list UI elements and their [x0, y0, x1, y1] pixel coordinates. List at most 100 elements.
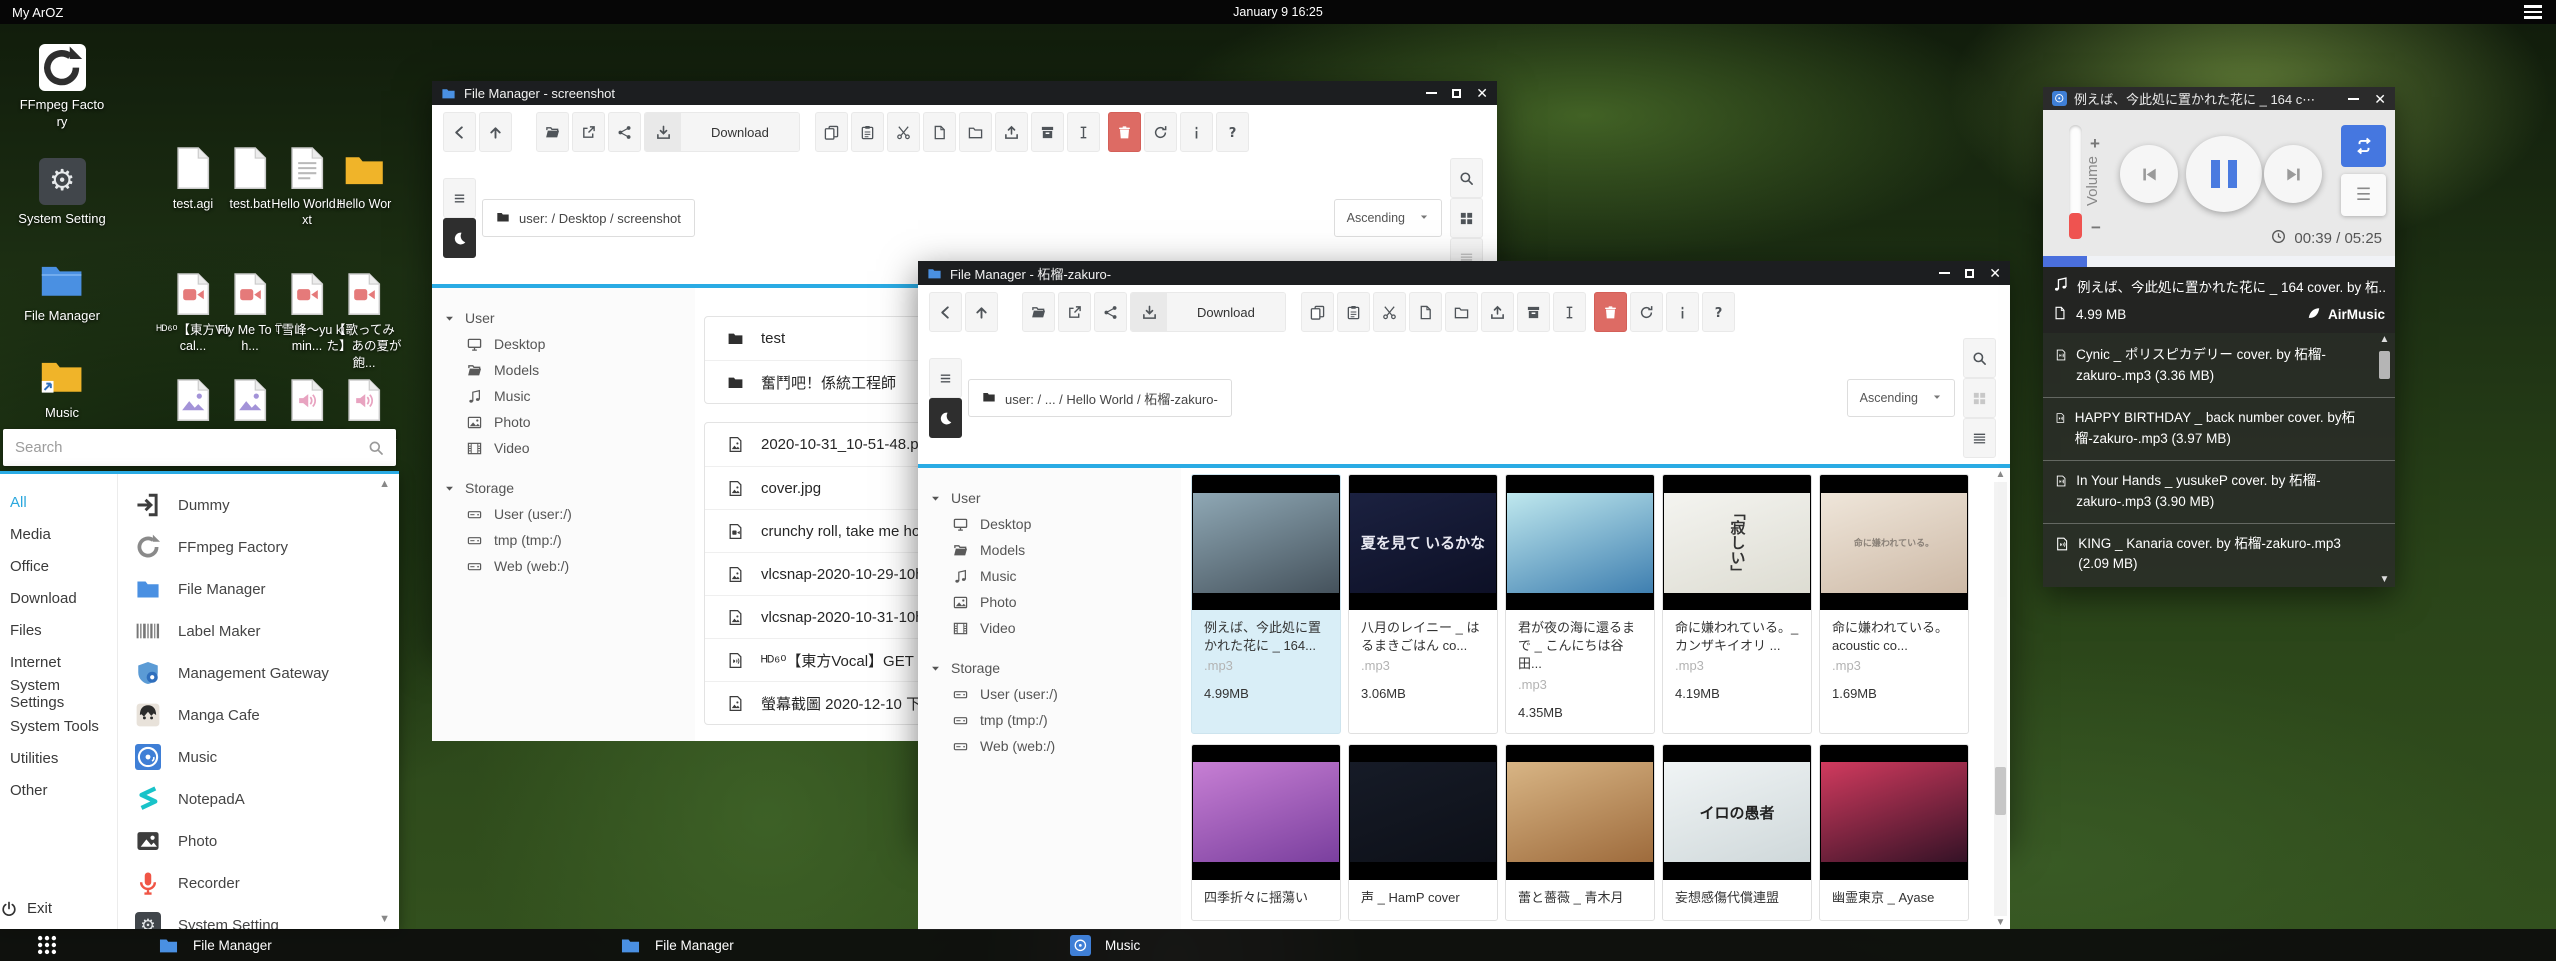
category-media[interactable]: Media: [10, 518, 117, 550]
sidebar-item-photo[interactable]: Photo: [444, 409, 685, 435]
new-file-button[interactable]: [1409, 292, 1442, 332]
upload-button[interactable]: [1481, 292, 1514, 332]
sidebar-item-music[interactable]: Music: [930, 563, 1171, 589]
open-folder-button[interactable]: [1022, 292, 1055, 332]
grid-view-button[interactable]: [1450, 198, 1483, 238]
sidebar-item-user-user-[interactable]: User (user:/): [930, 681, 1171, 707]
app-item-file-manager[interactable]: File Manager: [135, 568, 399, 610]
progress-bar[interactable]: [2043, 256, 2395, 267]
desktop-file-icon[interactable]: Hello World.txt: [282, 143, 332, 229]
apps-scroll-down-icon[interactable]: ▼: [379, 913, 390, 925]
maximize-button[interactable]: [1452, 89, 1461, 98]
info-button[interactable]: [1666, 292, 1699, 332]
sidebar-item-desktop[interactable]: Desktop: [930, 511, 1171, 537]
open-folder-button[interactable]: [536, 112, 569, 152]
sidebar-item-user-user-[interactable]: User (user:/): [444, 501, 685, 527]
grid-view-button[interactable]: [1963, 378, 1996, 418]
app-item-dummy[interactable]: Dummy: [135, 484, 399, 526]
app-item-music[interactable]: Music: [135, 736, 399, 778]
desktop-file-icon[interactable]: ᴴᴰ⁶⁰【東方Vocal...: [168, 269, 218, 371]
copy-button[interactable]: [815, 112, 848, 152]
fm2-titlebar[interactable]: File Manager - 柘榴-zakuro- ✕: [918, 261, 2010, 285]
app-item-ffmpeg-factory[interactable]: FFmpeg Factory: [135, 526, 399, 568]
minimize-button[interactable]: [1426, 92, 1437, 94]
external-link-button[interactable]: [572, 112, 605, 152]
sidebar-item-web-web-[interactable]: Web (web:/): [930, 733, 1171, 759]
fm1-titlebar[interactable]: File Manager - screenshot ✕: [432, 81, 1497, 105]
grid-file-card[interactable]: イロの愚者妄想感傷代償連盟: [1662, 744, 1812, 921]
desktop-icon-file-manager[interactable]: File Manager: [18, 255, 106, 325]
refresh-button[interactable]: [1144, 112, 1177, 152]
desktop-file-icon[interactable]: Fly Me To Th...: [225, 269, 275, 371]
grid-file-card[interactable]: 命に嫌われている。命に嫌われている。 acoustic co....mp31.6…: [1819, 474, 1969, 734]
close-button[interactable]: ✕: [1476, 86, 1488, 100]
desktop-icon-music[interactable]: Music: [18, 352, 106, 422]
sidebar-group-user[interactable]: User: [930, 485, 1171, 511]
sidebar-item-video[interactable]: Video: [444, 435, 685, 461]
playlist-scrollbar[interactable]: ▲ ▼: [2377, 333, 2392, 587]
sidebar-group-storage[interactable]: Storage: [444, 475, 685, 501]
desktop-icon-ffmpeg-factory[interactable]: FFmpeg Factory: [18, 44, 106, 131]
up-button[interactable]: [479, 112, 512, 152]
grid-file-card[interactable]: 四季折々に揺蕩い: [1191, 744, 1341, 921]
taskbar-item-music[interactable]: Music: [1070, 935, 1140, 956]
search-button[interactable]: [1450, 158, 1483, 198]
grid-file-card[interactable]: 君が夜の海に還るまで _ こんにちは谷田....mp34.35MB: [1505, 474, 1655, 734]
list-view-button[interactable]: [1963, 418, 1996, 458]
category-utilities[interactable]: Utilities: [10, 742, 117, 774]
search-button[interactable]: [1963, 338, 1996, 378]
app-item-manga-cafe[interactable]: Manga Cafe: [135, 694, 399, 736]
delete-button[interactable]: [1108, 112, 1141, 152]
archive-button[interactable]: [1031, 112, 1064, 152]
next-track-button[interactable]: [2264, 145, 2322, 203]
volume-plus[interactable]: +: [2090, 134, 2100, 154]
new-folder-button[interactable]: [959, 112, 992, 152]
grid-file-card[interactable]: 蕾と薔薇 _ 青木月: [1505, 744, 1655, 921]
search-input[interactable]: [3, 439, 368, 456]
volume-slider-thumb[interactable]: [2069, 213, 2082, 239]
grid-file-card[interactable]: 幽霊東京 _ Ayase: [1819, 744, 1969, 921]
back-button[interactable]: [929, 292, 962, 332]
breadcrumb[interactable]: user: / ... / Hello World / 柘榴-zakuro-: [968, 379, 1232, 417]
sidebar-item-models[interactable]: Models: [444, 357, 685, 383]
playlist-item[interactable]: Cynic _ ポリスピカデリー cover. by 柘榴-zakuro-.mp…: [2043, 335, 2395, 397]
archive-button[interactable]: [1517, 292, 1550, 332]
app-item-photo[interactable]: Photo: [135, 820, 399, 862]
help-button[interactable]: ?: [1216, 112, 1249, 152]
theme-toggle-button[interactable]: [443, 218, 476, 258]
info-button[interactable]: [1180, 112, 1213, 152]
share-button[interactable]: [608, 112, 641, 152]
apps-scroll-up-icon[interactable]: ▲: [379, 478, 390, 490]
close-button[interactable]: ✕: [1989, 266, 2001, 280]
category-download[interactable]: Download: [10, 582, 117, 614]
exit-button[interactable]: Exit: [1, 900, 52, 917]
category-office[interactable]: Office: [10, 550, 117, 582]
repeat-button[interactable]: [2341, 125, 2386, 167]
search-icon[interactable]: [368, 440, 384, 456]
menu-button[interactable]: [443, 178, 476, 218]
menu-button[interactable]: [929, 358, 962, 398]
paste-button[interactable]: [1337, 292, 1370, 332]
sort-dropdown[interactable]: Ascending: [1334, 199, 1442, 237]
help-button[interactable]: ?: [1702, 292, 1735, 332]
maximize-button[interactable]: [1965, 269, 1974, 278]
up-button[interactable]: [965, 292, 998, 332]
playlist-item[interactable]: KING _ Kanaria cover. by 柘榴-zakuro-.mp3 …: [2043, 523, 2395, 586]
desktop-file-icon[interactable]: 『雪峰～yu kimin...: [282, 269, 332, 371]
desktop-file-icon[interactable]: Hello Wor: [339, 143, 389, 229]
rename-button[interactable]: [1553, 292, 1586, 332]
grid-file-card-selected[interactable]: 例えば、今此処に置かれた花に _ 164....mp34.99MB: [1191, 474, 1341, 734]
copy-button[interactable]: [1301, 292, 1334, 332]
sidebar-item-tmp-tmp-[interactable]: tmp (tmp:/): [444, 527, 685, 553]
cut-button[interactable]: [887, 112, 920, 152]
category-system-settings[interactable]: System Settings: [10, 678, 117, 710]
download-button[interactable]: Download: [1130, 292, 1286, 332]
category-files[interactable]: Files: [10, 614, 117, 646]
close-button[interactable]: ✕: [2374, 92, 2386, 106]
playlist-item[interactable]: In Your Hands _ yusukeP cover. by 柘榴-zak…: [2043, 460, 2395, 523]
app-launcher-icon[interactable]: [36, 934, 58, 956]
new-folder-button[interactable]: [1445, 292, 1478, 332]
sidebar-item-music[interactable]: Music: [444, 383, 685, 409]
sidebar-item-models[interactable]: Models: [930, 537, 1171, 563]
app-item-label-maker[interactable]: Label Maker: [135, 610, 399, 652]
